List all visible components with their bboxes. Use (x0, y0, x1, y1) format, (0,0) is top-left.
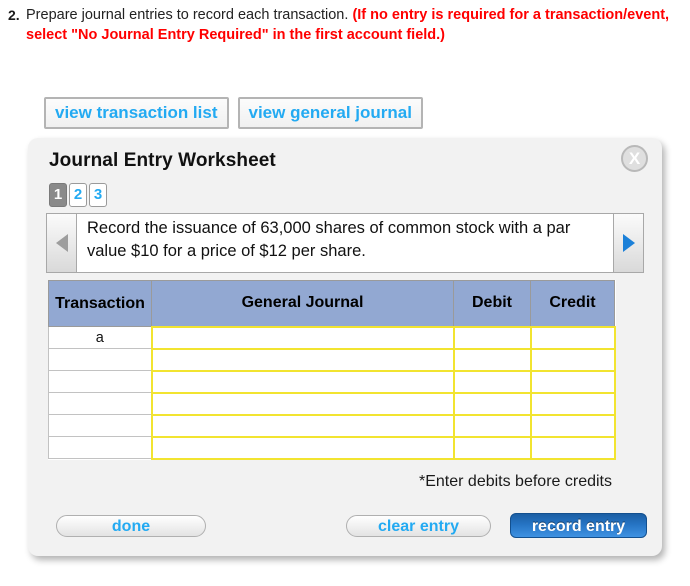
debit-input[interactable] (452, 413, 532, 438)
debit-input[interactable] (452, 347, 532, 372)
page-tab-group: 1 2 3 (49, 183, 107, 207)
column-header-debit: Debit (453, 280, 531, 327)
question-number: 2. (8, 7, 20, 23)
record-entry-button[interactable]: record entry (510, 513, 647, 538)
transaction-label (48, 392, 152, 415)
question-text: Prepare journal entries to record each t… (26, 6, 680, 45)
chevron-left-icon[interactable] (46, 213, 77, 273)
debit-input[interactable] (452, 391, 532, 416)
close-icon[interactable]: X (621, 145, 648, 172)
debit-input[interactable] (452, 369, 532, 394)
column-header-general-journal: General Journal (151, 280, 454, 327)
credit-input[interactable] (529, 369, 616, 394)
column-header-credit: Credit (530, 280, 615, 327)
debit-input[interactable] (452, 325, 532, 350)
debit-input[interactable] (452, 435, 532, 460)
debits-before-credits-note: *Enter debits before credits (419, 473, 612, 490)
general-journal-input[interactable] (150, 369, 455, 394)
transaction-label (48, 414, 152, 437)
page-tab-2[interactable]: 2 (69, 183, 87, 207)
table-header-row: Transaction General Journal Debit Credit (48, 280, 615, 327)
chevron-right-icon[interactable] (613, 213, 644, 273)
table-row (48, 347, 616, 372)
credit-input[interactable] (529, 391, 616, 416)
credit-input[interactable] (529, 435, 616, 460)
transaction-label (48, 370, 152, 393)
transaction-label: a (48, 326, 152, 349)
credit-input[interactable] (529, 347, 616, 372)
transaction-label (48, 436, 152, 459)
table-row (48, 435, 616, 460)
credit-input[interactable] (529, 325, 616, 350)
transaction-description-box: Record the issuance of 63,000 shares of … (77, 213, 613, 273)
page-tab-1[interactable]: 1 (49, 183, 67, 207)
general-journal-input[interactable] (150, 391, 455, 416)
general-journal-input[interactable] (150, 325, 455, 350)
transaction-description-strip: Record the issuance of 63,000 shares of … (46, 213, 644, 273)
general-journal-input[interactable] (150, 413, 455, 438)
question-block: 2. Prepare journal entries to record eac… (0, 0, 690, 45)
view-general-journal-button[interactable]: view general journal (237, 97, 423, 129)
table-row (48, 369, 616, 394)
panel-title: Journal Entry Worksheet (49, 150, 276, 171)
question-prompt: Prepare journal entries to record each t… (26, 7, 349, 23)
view-transaction-list-button[interactable]: view transaction list (44, 97, 229, 129)
journal-entry-worksheet-panel: Journal Entry Worksheet X 1 2 3 Record t… (28, 138, 662, 556)
clear-entry-button[interactable]: clear entry (346, 515, 491, 537)
transaction-label (48, 348, 152, 371)
credit-input[interactable] (529, 413, 616, 438)
view-button-group: view transaction list view general journ… (44, 97, 423, 129)
general-journal-input[interactable] (150, 347, 455, 372)
transaction-description-text: Record the issuance of 63,000 shares of … (87, 219, 571, 260)
done-button[interactable]: done (56, 515, 206, 537)
table-row (48, 413, 616, 438)
page-tab-3[interactable]: 3 (89, 183, 107, 207)
journal-entry-table: Transaction General Journal Debit Credit… (48, 280, 616, 460)
table-row (48, 391, 616, 416)
general-journal-input[interactable] (150, 435, 455, 460)
column-header-transaction: Transaction (48, 280, 152, 327)
table-row: a (48, 325, 616, 350)
